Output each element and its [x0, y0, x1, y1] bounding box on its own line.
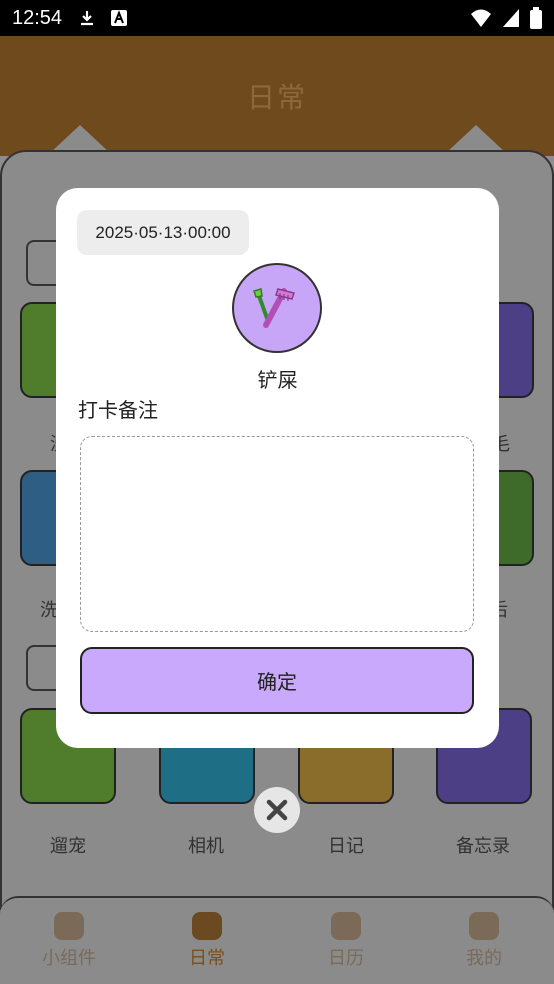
tab-daily[interactable]: 日常 — [138, 898, 276, 984]
note-textarea[interactable] — [80, 436, 474, 632]
status-time: 12:54 — [12, 6, 63, 29]
calendar-icon — [331, 912, 361, 940]
page-title: 日常 — [246, 81, 307, 114]
wifi-icon — [471, 9, 491, 27]
tab-label: 日常 — [189, 948, 225, 969]
tab-label: 我的 — [466, 948, 502, 969]
diary-label: 日记 — [328, 836, 364, 857]
battery-icon — [530, 7, 542, 29]
cat-ear-left — [50, 125, 110, 153]
tab-widgets[interactable]: 小组件 — [0, 898, 138, 984]
note-label: 打卡备注 — [78, 398, 158, 422]
date-chip[interactable]: 2025·05·13·00:00 — [77, 210, 249, 255]
text-a-icon — [111, 10, 128, 26]
tab-label: 日历 — [328, 948, 364, 969]
status-bar: 12:54 — [0, 0, 554, 36]
close-button[interactable] — [254, 787, 300, 833]
close-icon — [266, 799, 288, 821]
tab-label: 小组件 — [42, 948, 96, 969]
checkin-dialog: 2025·05·13·00:00 铲屎 打卡备注 确定 — [56, 188, 499, 748]
scoop-icon — [253, 288, 295, 328]
tab-calendar[interactable]: 日历 — [277, 898, 415, 984]
download-icon — [81, 11, 94, 26]
task-name: 铲屎 — [257, 368, 298, 392]
widgets-icon — [54, 912, 84, 940]
camera-label: 相机 — [188, 836, 224, 857]
tab-profile[interactable]: 我的 — [415, 898, 553, 984]
walk-pet-label: 遛宠 — [50, 836, 86, 857]
memo-label: 备忘录 — [456, 836, 510, 857]
task-avatar — [232, 263, 322, 353]
signal-icon — [503, 9, 519, 27]
bottom-tabbar: 小组件 日常 日历 我的 — [0, 896, 554, 984]
confirm-button[interactable]: 确定 — [80, 647, 474, 714]
daily-icon — [192, 912, 222, 940]
cat-ear-right — [446, 125, 506, 153]
profile-icon — [469, 912, 499, 940]
